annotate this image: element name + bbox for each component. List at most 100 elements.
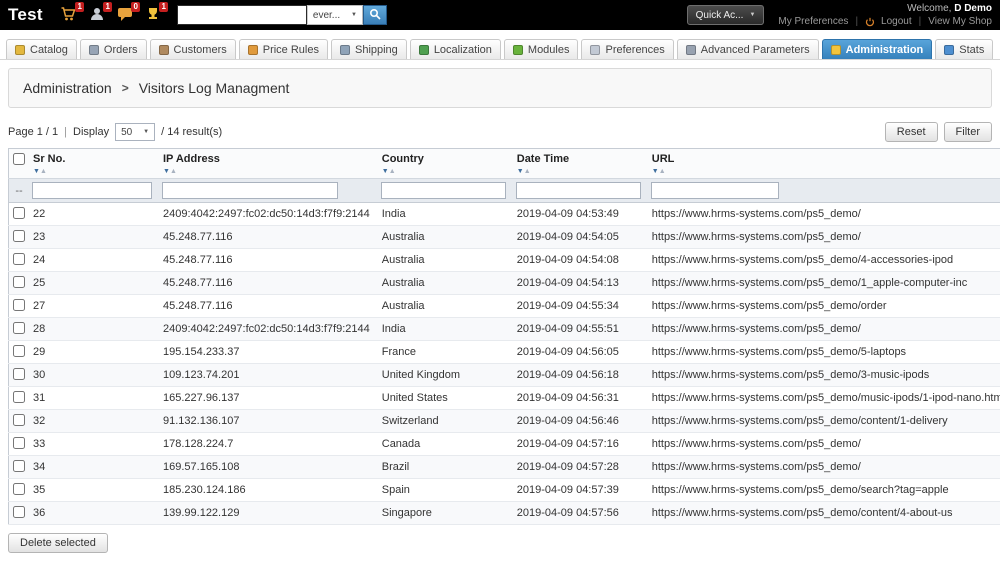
col-header-date-time[interactable]: Date Time ▼▲ bbox=[510, 148, 646, 179]
cell-ip-address: 45.248.77.116 bbox=[157, 225, 376, 249]
cell-country: Australia bbox=[375, 225, 511, 249]
table-row: 30 109.123.74.201 United Kingdom 2019-04-09… bbox=[8, 363, 1000, 387]
tab-price-rules[interactable]: Price Rules bbox=[238, 39, 328, 59]
table-row: 33 178.128.224.7 Canada 2019-04-09 04:57:16… bbox=[8, 432, 1000, 456]
sort-asc-icon[interactable]: ▲ bbox=[389, 168, 396, 175]
sort-asc-icon[interactable]: ▲ bbox=[170, 168, 177, 175]
search-button[interactable] bbox=[362, 5, 387, 25]
col-header-country[interactable]: Country ▼▲ bbox=[375, 148, 511, 179]
row-checkbox[interactable] bbox=[13, 275, 25, 288]
user-block: Welcome, D Demo My Preferences | Logout … bbox=[778, 3, 992, 28]
cell-sr-no: 25 bbox=[27, 271, 157, 295]
row-checkbox[interactable] bbox=[13, 367, 25, 380]
messages-badge: 0 bbox=[131, 2, 140, 12]
filter-country-input[interactable] bbox=[380, 182, 506, 199]
sort-asc-icon[interactable]: ▲ bbox=[659, 168, 666, 175]
row-checkbox[interactable] bbox=[13, 390, 25, 403]
view-shop-link[interactable]: View My Shop bbox=[928, 15, 992, 28]
cell-date-time: 2019-04-09 04:57:39 bbox=[510, 478, 646, 502]
col-header-url[interactable]: URL ▼▲ bbox=[645, 148, 1000, 179]
search-input[interactable] bbox=[176, 5, 307, 25]
breadcrumb-section[interactable]: Administration bbox=[23, 80, 112, 96]
table-row: 32 91.132.136.107 Switzerland 2019-04-09 04… bbox=[8, 409, 1000, 433]
cell-date-time: 2019-04-09 04:57:56 bbox=[510, 501, 646, 525]
cell-country: Australia bbox=[375, 271, 511, 295]
display-count-dropdown[interactable]: 50 ▼ bbox=[115, 123, 156, 141]
row-checkbox[interactable] bbox=[13, 252, 25, 265]
cell-date-time: 2019-04-09 04:56:05 bbox=[510, 340, 646, 364]
results-count: / 14 result(s) bbox=[161, 126, 223, 138]
col-header-sr-no[interactable]: Sr No. ▼▲ bbox=[27, 148, 157, 179]
cell-url: https://www.hrms-systems.com/ps5_demo/ bbox=[645, 432, 1000, 456]
cell-url: https://www.hrms-systems.com/ps5_demo/ bbox=[645, 202, 1000, 226]
sort-desc-icon[interactable]: ▼ bbox=[382, 168, 389, 175]
row-checkbox[interactable] bbox=[13, 321, 25, 334]
sort-asc-icon[interactable]: ▲ bbox=[524, 168, 531, 175]
row-checkbox[interactable] bbox=[13, 482, 25, 495]
preferences-icon bbox=[590, 44, 601, 55]
row-checkbox[interactable] bbox=[13, 413, 25, 426]
cell-url: https://www.hrms-systems.com/ps5_demo/4-… bbox=[645, 248, 1000, 272]
cell-country: Australia bbox=[375, 248, 511, 272]
tab-localization[interactable]: Localization bbox=[409, 39, 501, 59]
row-checkbox[interactable] bbox=[13, 298, 25, 311]
row-checkbox[interactable] bbox=[13, 436, 25, 449]
table-row: 28 2409:4042:2497:fc02:dc50:14d3:f7f9:214… bbox=[8, 317, 1000, 341]
delete-selected-button[interactable]: Delete selected bbox=[8, 533, 108, 553]
advanced-parameters-icon bbox=[685, 44, 696, 55]
sort-desc-icon[interactable]: ▼ bbox=[33, 168, 40, 175]
tab-customers[interactable]: Customers bbox=[149, 39, 236, 59]
tab-orders[interactable]: Orders bbox=[79, 39, 147, 59]
table-row: 35 185.230.124.186 Spain 2019-04-09 04:57:3… bbox=[8, 478, 1000, 502]
catalog-icon bbox=[15, 44, 25, 55]
cell-ip-address: 169.57.165.108 bbox=[157, 455, 376, 479]
logout-link[interactable]: Logout bbox=[881, 15, 912, 28]
row-checkbox[interactable] bbox=[13, 206, 25, 219]
price-rules-icon bbox=[247, 44, 258, 55]
cell-country: Australia bbox=[375, 294, 511, 318]
cell-country: France bbox=[375, 340, 511, 364]
tab-stats[interactable]: Stats bbox=[935, 39, 994, 59]
cell-date-time: 2019-04-09 04:56:46 bbox=[510, 409, 646, 433]
row-checkbox[interactable] bbox=[13, 459, 25, 472]
wrench-icon bbox=[830, 44, 841, 55]
filter-button[interactable]: Filter bbox=[943, 122, 992, 142]
cell-ip-address: 178.128.224.7 bbox=[157, 432, 376, 456]
shop-logo[interactable]: Test bbox=[8, 5, 43, 25]
chevron-down-icon: ▼ bbox=[143, 129, 150, 135]
tab-advanced-parameters[interactable]: Advanced Parameters bbox=[676, 39, 819, 59]
tab-administration[interactable]: Administration bbox=[821, 39, 933, 59]
search-icon bbox=[369, 8, 381, 23]
tab-modules[interactable]: Modules bbox=[503, 39, 579, 59]
list-toolbar: Page 1 / 1 | Display 50 ▼ / 14 result(s)… bbox=[8, 122, 992, 142]
filter-date-time-input[interactable] bbox=[515, 182, 641, 199]
breadcrumb: Administration > Visitors Log Managment bbox=[8, 68, 992, 108]
cell-sr-no: 27 bbox=[27, 294, 157, 318]
search-scope-dropdown[interactable]: ever... ▼ bbox=[306, 5, 363, 25]
row-checkbox[interactable] bbox=[13, 505, 25, 518]
select-all-checkbox[interactable] bbox=[13, 153, 25, 165]
cell-sr-no: 24 bbox=[27, 248, 157, 272]
sort-desc-icon[interactable]: ▼ bbox=[652, 168, 659, 175]
cell-ip-address: 45.248.77.116 bbox=[157, 271, 376, 295]
cell-ip-address: 91.132.136.107 bbox=[157, 409, 376, 433]
messages-notification[interactable]: 0 bbox=[115, 2, 140, 25]
my-preferences-link[interactable]: My Preferences bbox=[778, 15, 848, 28]
sort-asc-icon[interactable]: ▲ bbox=[40, 168, 47, 175]
row-checkbox[interactable] bbox=[13, 344, 25, 357]
filter-ip-address-input[interactable] bbox=[162, 182, 338, 199]
tab-preferences[interactable]: Preferences bbox=[581, 39, 674, 59]
tab-catalog[interactable]: Catalog bbox=[6, 39, 77, 59]
filter-sr-no-input[interactable] bbox=[32, 182, 152, 199]
customers-notification[interactable]: 1 bbox=[87, 2, 112, 25]
sort-desc-icon[interactable]: ▼ bbox=[163, 168, 170, 175]
tab-shipping[interactable]: Shipping bbox=[330, 39, 407, 59]
quick-access-dropdown[interactable]: Quick Ac... ▼ bbox=[686, 5, 765, 25]
reset-button[interactable]: Reset bbox=[884, 122, 938, 142]
sort-desc-icon[interactable]: ▼ bbox=[517, 168, 524, 175]
filter-url-input[interactable] bbox=[650, 182, 779, 199]
best-sellers-notification[interactable]: 1 bbox=[143, 2, 168, 25]
orders-notification[interactable]: 1 bbox=[59, 2, 84, 25]
col-header-ip-address[interactable]: IP Address ▼▲ bbox=[157, 148, 376, 179]
row-checkbox[interactable] bbox=[13, 229, 25, 242]
